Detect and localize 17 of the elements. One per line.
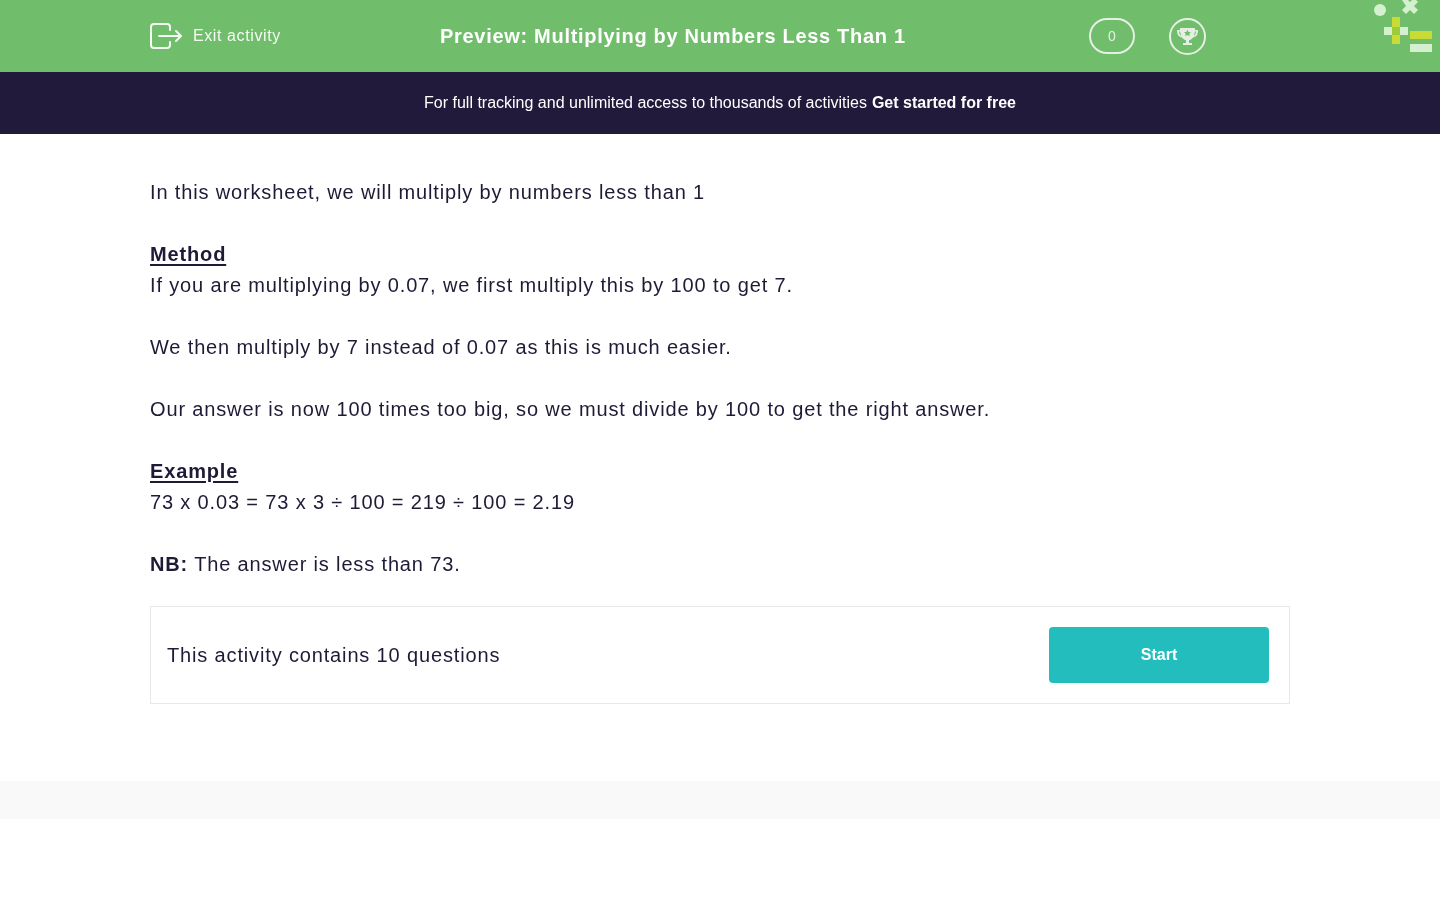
- get-started-link[interactable]: Get started for free: [871, 94, 1016, 112]
- body-text: We then multiply by 7 instead of 0.07 as this is much easier.: [150, 335, 732, 360]
- start-button[interactable]: Start: [1049, 627, 1269, 683]
- body-text: In this worksheet, we will multiply by numbers less than 1: [150, 180, 706, 205]
- section-heading: Example: [150, 459, 239, 484]
- question-count-text: This activity contains 10 questions: [167, 643, 501, 667]
- trophy-icon[interactable]: [1169, 17, 1206, 55]
- exit-activity-link[interactable]: Exit activity: [150, 23, 281, 49]
- activity-title: Preview: Multiplying by Numbers Less Than 1: [440, 24, 906, 48]
- body-text: If you are multiplying by 0.07, we first multiply this by 100 to get 7.: [150, 273, 793, 298]
- body-text: Our answer is now 100 times too big, so we must divide by 100 to get the right answer.: [150, 397, 991, 422]
- section-heading: Method: [150, 242, 227, 267]
- exit-icon: [150, 23, 183, 49]
- body-text: NB: The answer is less than 73.: [150, 552, 461, 577]
- body-text: 73 x 0.03 = 73 x 3 ÷ 100 = 219 ÷ 100 = 2.19: [150, 490, 575, 515]
- score-counter: 0: [1089, 18, 1135, 54]
- banner-text: For full tracking and unlimited access to thousands of activities: [424, 94, 867, 112]
